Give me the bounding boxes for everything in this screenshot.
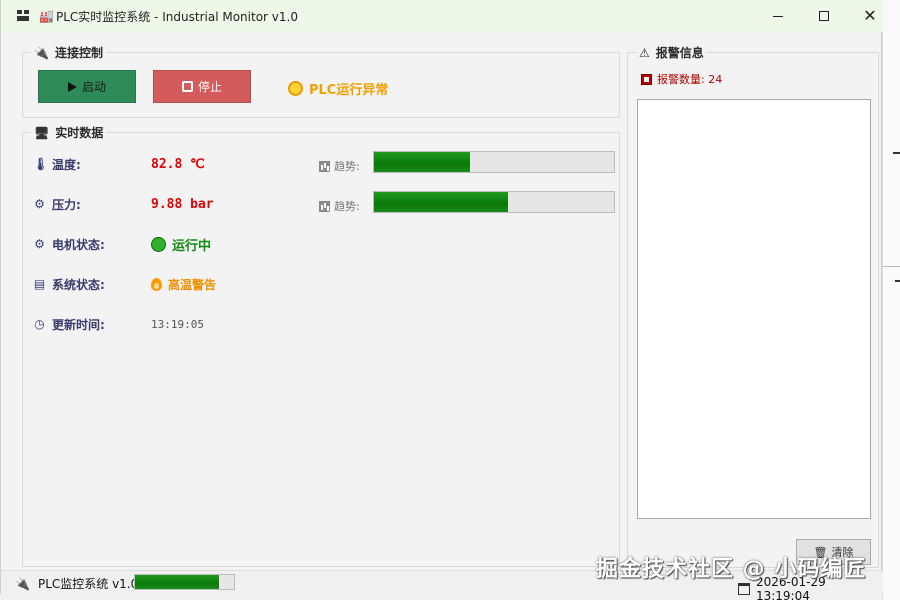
pressure-trend-fill — [374, 192, 509, 212]
system-row: ▤ 系统状态: 高温警告 — [33, 274, 216, 294]
temperature-trend-fill — [374, 152, 470, 172]
close-icon: ✕ — [863, 6, 877, 25]
minimize-icon — [773, 15, 783, 17]
system-status: 高温警告 — [151, 276, 216, 293]
connection-group-title: 🔌 连接控制 — [31, 44, 106, 61]
status-progress-bar — [134, 574, 235, 590]
temperature-trend-bar — [373, 151, 615, 173]
monitor-icon: 🖥 — [34, 125, 50, 140]
minimize-button[interactable] — [755, 0, 801, 32]
stop-button-label: 停止 — [197, 80, 222, 94]
warning-icon: ⚠ — [639, 45, 650, 60]
gear-icon: ⚙ — [34, 236, 45, 251]
pressure-trend-bar — [373, 191, 615, 213]
stop-button[interactable]: 停止 — [153, 70, 251, 103]
clock-icon: ◷ — [34, 316, 45, 331]
calendar-icon — [738, 583, 750, 595]
temperature-label: 温度: — [52, 157, 81, 172]
maximize-icon — [819, 11, 829, 21]
alarm-list[interactable] — [637, 99, 871, 519]
status-progress-fill — [135, 575, 220, 589]
maximize-button[interactable] — [801, 0, 847, 32]
alarm-group: ⚠ 报警信息 报警数量: 24 🗑 清除 — [627, 44, 879, 568]
motor-label: 电机状态: — [52, 237, 105, 252]
clipboard-icon: ▤ — [33, 276, 46, 291]
temperature-value: 82.8 ℃ — [151, 156, 205, 172]
gauge-icon: ⚙ — [34, 196, 45, 211]
yellow-circle-icon — [288, 81, 303, 96]
plug-icon: 🔌 — [34, 45, 49, 60]
watermark: 掘金技术社区 @ 小码编匠 — [596, 557, 867, 582]
factory-icon: 🏭 — [39, 9, 54, 23]
background-desktop — [882, 0, 900, 600]
pressure-trend-label: 趋势: — [319, 198, 360, 214]
close-button[interactable]: ✕ — [847, 0, 893, 32]
updated-label: 更新时间: — [52, 317, 105, 332]
pressure-row: ⚙ 压力: 9.88 bar — [33, 194, 214, 214]
flame-icon — [151, 277, 162, 291]
temperature-row: 🌡 温度: 82.8 ℃ — [33, 154, 205, 174]
main-window: 🏭 PLC实时监控系统 - Industrial Monitor v1.0 ✕ … — [0, 0, 883, 600]
temperature-trend-label: 趋势: — [319, 158, 360, 174]
updated-time: 13:19:05 — [151, 317, 204, 331]
updated-row: ◷ 更新时间: 13:19:05 — [33, 314, 204, 334]
realtime-group-title: 🖥 实时数据 — [31, 124, 107, 141]
window-title: PLC实时监控系统 - Industrial Monitor v1.0 — [56, 10, 298, 24]
start-button[interactable]: 启动 — [38, 70, 136, 103]
green-circle-icon — [151, 236, 166, 252]
play-icon — [67, 81, 77, 92]
pressure-label: 压力: — [52, 197, 81, 212]
chart-icon — [319, 160, 330, 172]
connection-group: 🔌 连接控制 启动 停止 PLC运行异常 — [22, 44, 620, 118]
alarm-icon — [641, 73, 652, 85]
plc-status-text: PLC运行异常 — [309, 83, 389, 98]
app-icon — [17, 10, 29, 21]
pressure-value: 9.88 bar — [151, 196, 214, 212]
motor-status: 运行中 — [151, 235, 211, 254]
alarm-count: 报警数量: 24 — [641, 71, 722, 87]
title-bar[interactable]: 🏭 PLC实时监控系统 - Industrial Monitor v1.0 ✕ — [1, 0, 883, 32]
chart-icon — [319, 200, 330, 212]
thermometer-icon: 🌡 — [33, 156, 49, 171]
alarm-group-title: ⚠ 报警信息 — [636, 44, 707, 61]
stop-icon — [181, 81, 193, 92]
plc-status-indicator: PLC运行异常 — [288, 79, 388, 98]
status-app-label: 🔌 PLC监控系统 v1.0 — [15, 576, 139, 592]
start-button-label: 启动 — [81, 80, 106, 94]
realtime-data-group: 🖥 实时数据 🌡 温度: 82.8 ℃ 趋势: ⚙ 压力: 9.88 bar 趋… — [22, 124, 620, 567]
system-label: 系统状态: — [52, 277, 105, 292]
plug-icon: 🔌 — [15, 576, 30, 591]
motor-row: ⚙ 电机状态: 运行中 — [33, 234, 211, 254]
